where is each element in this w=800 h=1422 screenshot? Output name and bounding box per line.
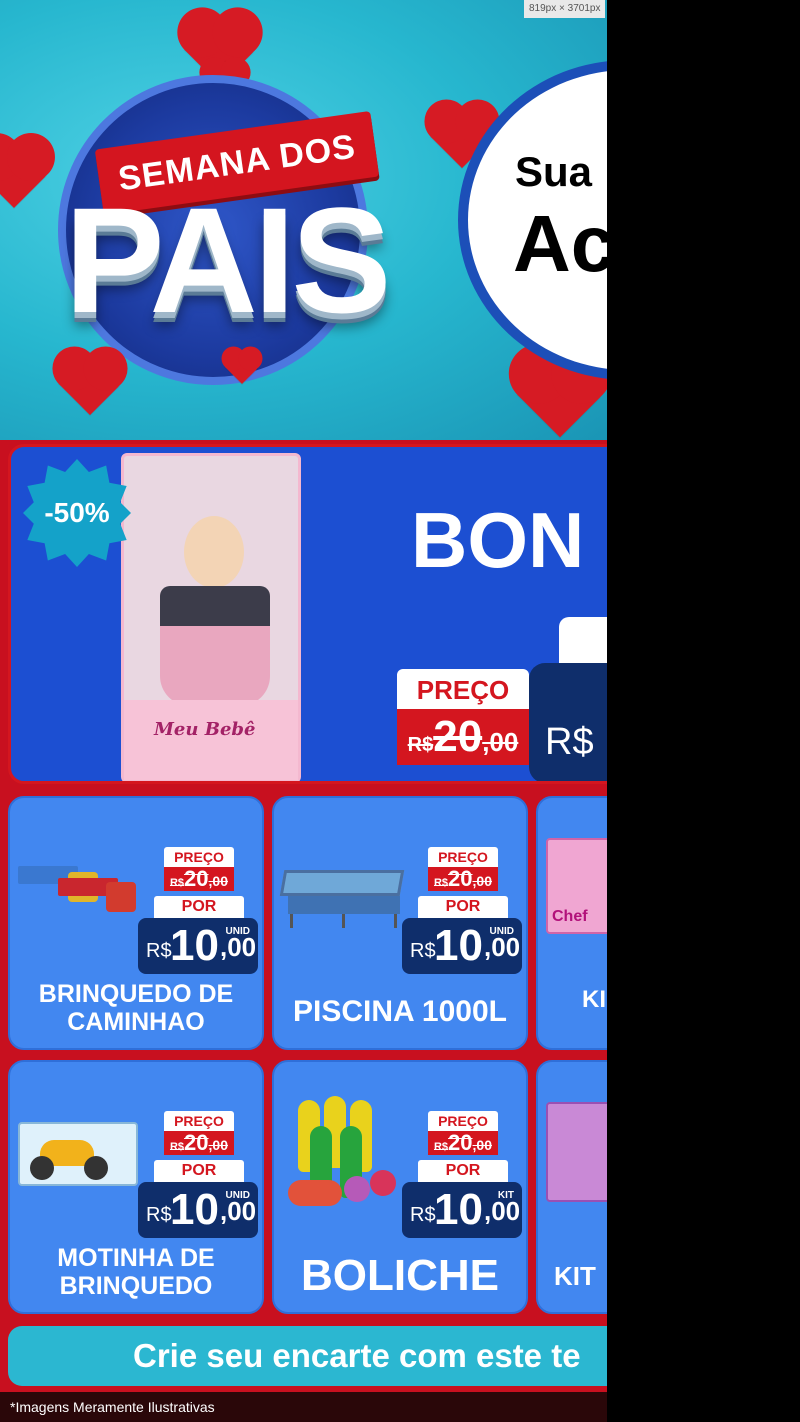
product-title: MOTINHA DE BRINQUEDO (57, 1244, 215, 1300)
product-title: KI (582, 986, 606, 1013)
featured-title: BON (411, 496, 585, 584)
product-card[interactable]: PREÇO R$20,00 POR R$ 10 ,00 UNID MOTINHA… (8, 1060, 264, 1314)
old-price-currency: R$ (407, 734, 434, 756)
old-price-value: 20 (448, 866, 473, 891)
empty-viewer-area (607, 0, 800, 1422)
preco-label: PREÇO (397, 669, 529, 709)
new-price: R$ (529, 663, 607, 781)
product-card[interactable]: Chef KI (536, 796, 607, 1050)
logo-title: PAIS (64, 176, 392, 344)
pool-image (279, 866, 405, 928)
new-price-currency: R$ (410, 1204, 436, 1226)
create-flyer-label: Crie seu encarte com este te (133, 1337, 581, 1374)
old-price-cents: ,00 (208, 1137, 228, 1153)
new-price-value: 10 (170, 921, 219, 970)
doll-head (184, 516, 244, 588)
heart-icon (58, 352, 122, 416)
preco-label: PREÇO (428, 847, 498, 867)
price-unit: UNID (489, 926, 514, 937)
old-price: R$20,00 (164, 1131, 234, 1155)
price-unit: UNID (225, 1190, 250, 1201)
doll-dress (160, 586, 270, 706)
old-price-currency: R$ (169, 1141, 185, 1153)
new-price-currency: R$ (410, 940, 436, 962)
discount-badge: -50% (23, 459, 131, 567)
box-label: Chef (552, 908, 588, 925)
featured-product[interactable]: Meu Bebê -50% BON PREÇO R$20,00 R$ (8, 444, 607, 784)
old-price: R$20,00 (428, 1131, 498, 1155)
preco-label: PREÇO (428, 1111, 498, 1131)
price-unit: KIT (497, 1190, 514, 1201)
old-price-currency: R$ (169, 877, 185, 889)
por-label: POR (154, 896, 244, 918)
promo-circle-line2: Ac (513, 199, 607, 288)
old-price-cents: ,00 (482, 727, 519, 757)
kit-image (546, 1102, 607, 1202)
product-card[interactable]: KIT (536, 1060, 607, 1314)
create-flyer-button[interactable]: Crie seu encarte com este te (8, 1326, 607, 1386)
new-price-currency: R$ (545, 721, 594, 763)
bowling-set-image (284, 1096, 404, 1212)
old-price-currency: R$ (433, 877, 449, 889)
old-price: R$20,00 (164, 867, 234, 891)
new-price-value: 10 (434, 1185, 483, 1234)
old-price-value: 20 (448, 1130, 473, 1155)
new-price: R$ 10 ,00 UNID (402, 918, 522, 974)
flyer-viewport: SEMANA DOS PAIS Sua Ac Meu Bebê -50% BON… (0, 0, 607, 1422)
old-price-currency: R$ (433, 1141, 449, 1153)
product-card[interactable]: PREÇO R$20,00 POR R$ 10 ,00 UNID BRINQUE… (8, 796, 264, 1050)
preco-label: PREÇO (164, 847, 234, 867)
discount-text: -50% (44, 497, 110, 528)
header-banner: SEMANA DOS PAIS Sua Ac (0, 0, 607, 440)
motorcycle-toy-image (18, 1122, 138, 1186)
kit-chef-image: Chef (546, 838, 607, 934)
truck-toy-image (18, 864, 138, 912)
new-price: R$ 10 ,00 UNID (138, 1182, 258, 1238)
product-title: KIT (554, 1261, 596, 1291)
old-price-value: 20 (184, 866, 209, 891)
footer: *Imagens Meramente Ilustrativas (0, 1392, 607, 1422)
promo-circle-line1: Sua (515, 148, 593, 195)
new-price-value: 10 (170, 1185, 219, 1234)
por-label: POR (418, 896, 508, 918)
product-title: BOLICHE (301, 1251, 499, 1300)
new-price-currency: R$ (146, 1204, 172, 1226)
preco-label: PREÇO (164, 1111, 234, 1131)
old-price-cents: ,00 (472, 1137, 492, 1153)
price-unit: UNID (225, 926, 250, 937)
box-label: Meu Bebê (154, 719, 256, 740)
old-price-cents: ,00 (472, 873, 492, 889)
por-label: POR (418, 1160, 508, 1182)
old-price: R$20,00 (428, 867, 498, 891)
new-price-value: 10 (434, 921, 483, 970)
old-price-cents: ,00 (208, 873, 228, 889)
product-card[interactable]: PREÇO R$20,00 POR R$ 10 ,00 UNID PISCINA… (272, 796, 528, 1050)
product-title: PISCINA 1000L (293, 995, 507, 1028)
disclaimer-text: *Imagens Meramente Ilustrativas (10, 1399, 215, 1415)
product-title: BRINQUEDO DE CAMINHAO (38, 980, 234, 1036)
doll-box-image: Meu Bebê (121, 453, 301, 781)
old-price: R$20,00 (397, 709, 529, 765)
image-dimensions-label: 819px × 3701px (524, 0, 606, 18)
new-price: R$ 10 ,00 KIT (402, 1182, 522, 1238)
por-label: POR (154, 1160, 244, 1182)
product-card[interactable]: PREÇO R$20,00 POR R$ 10 ,00 KIT BOLICHE (272, 1060, 528, 1314)
old-price-value: 20 (184, 1130, 209, 1155)
new-price-currency: R$ (146, 940, 172, 962)
new-price: R$ 10 ,00 UNID (138, 918, 258, 974)
box-bottom (124, 700, 298, 780)
old-price-value: 20 (433, 712, 483, 761)
